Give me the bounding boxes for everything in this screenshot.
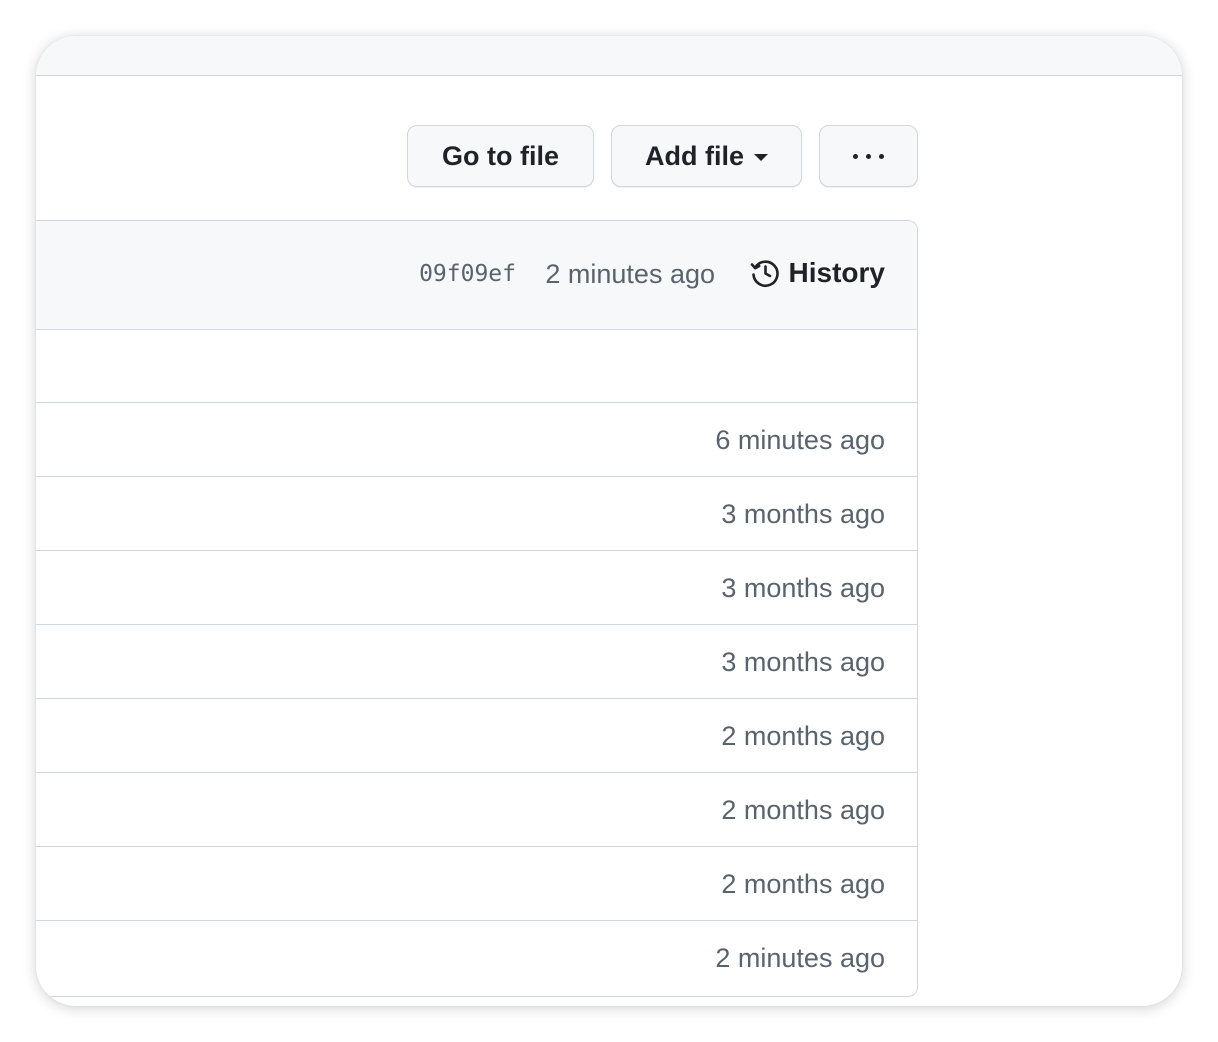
commit-timestamp: 2 minutes ago [545,259,715,289]
file-commit-time: 3 months ago [721,647,885,677]
file-row[interactable]: 2 minutes ago [36,921,917,995]
file-row[interactable]: 6 minutes ago [36,403,917,477]
top-bar [36,36,1182,76]
triangle-down-icon [754,153,768,161]
file-list: 09f09ef 2 minutes ago History 6 minutes … [36,220,918,997]
kebab-horizontal-icon [853,153,884,159]
browser-window: Go to file Add file 09f09ef 2 minutes ag… [36,36,1182,1006]
file-commit-time: 2 months ago [721,795,885,825]
file-commit-time: 3 months ago [721,499,885,529]
go-to-file-label: Go to file [442,140,559,171]
history-label: History [788,257,885,288]
go-to-file-button[interactable]: Go to file [407,125,594,187]
file-row[interactable]: 2 months ago [36,847,917,921]
file-commit-time: 2 minutes ago [715,943,885,973]
add-file-button[interactable]: Add file [611,125,802,187]
file-commit-time: 6 minutes ago [715,425,885,455]
file-row[interactable]: 3 months ago [36,625,917,699]
file-commit-time: 3 months ago [721,573,885,603]
commit-sha-link[interactable]: 09f09ef [419,261,516,287]
add-file-label: Add file [645,140,744,171]
history-link[interactable]: History [749,257,885,289]
file-row[interactable]: 2 months ago [36,699,917,773]
file-commit-time: 2 months ago [721,869,885,899]
file-row[interactable] [36,329,917,403]
file-row[interactable]: 3 months ago [36,477,917,551]
latest-commit-bar: 09f09ef 2 minutes ago History [36,221,917,330]
file-row[interactable]: 3 months ago [36,551,917,625]
file-row[interactable]: 2 months ago [36,773,917,847]
file-commit-time: 2 months ago [721,721,885,751]
history-icon [750,260,779,287]
more-options-button[interactable] [819,125,918,187]
